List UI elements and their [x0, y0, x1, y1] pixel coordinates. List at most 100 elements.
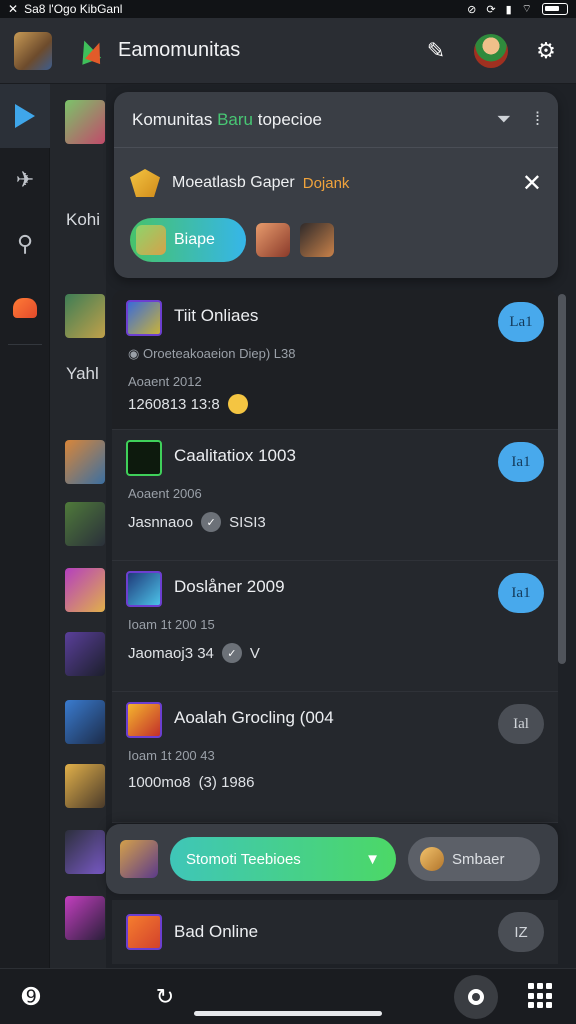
lobby-name: Caalitatiox 1003 — [174, 446, 296, 465]
game-thumbnail[interactable] — [65, 100, 105, 144]
gear-icon[interactable]: ⚙ — [530, 35, 562, 67]
primary-action-label: Stomoti Teebioes — [186, 850, 301, 868]
wifi-icon: ⌔ — [521, 3, 532, 15]
play-icon — [15, 104, 35, 128]
game-icon — [420, 847, 444, 871]
lobby-stats: Jaomaoj3 34 ✓ V — [128, 643, 260, 663]
lobby-name: Doslåner 2009 — [174, 577, 285, 596]
side-column: Kohi Yahl — [50, 84, 106, 968]
game-thumbnail[interactable] — [65, 632, 105, 676]
game-icon — [126, 571, 162, 607]
rail-item-share[interactable]: ✈ — [0, 148, 50, 212]
share-icon: ✈ — [15, 167, 35, 192]
primary-action-button[interactable]: Stomoti Teebioes ▼ — [170, 837, 396, 881]
bottom-bar: ➒ ↻ — [0, 968, 576, 1024]
list-item[interactable]: Bad Online IZ — [112, 900, 558, 964]
avatar[interactable] — [300, 223, 334, 257]
game-icon — [126, 702, 162, 738]
signal-icon: ▮ — [505, 3, 512, 16]
game-thumbnail[interactable] — [65, 440, 105, 484]
filter-icon[interactable]: ⏷ — [497, 109, 511, 130]
app-header: Eamomunitas ✎ ⚙ — [0, 18, 576, 84]
check-icon: ✓ — [201, 512, 222, 532]
avatar[interactable] — [256, 223, 290, 257]
list-item[interactable]: Tiit Onliaes ◉ Oroeteakoaeion Diep) L38 … — [112, 290, 558, 430]
rail-item-link[interactable]: ⚲ — [0, 212, 50, 276]
left-rail: ✈ ⚲ — [0, 84, 50, 968]
community-icon — [13, 298, 37, 318]
game-thumbnail[interactable] — [65, 896, 105, 940]
lobby-info: ◉ Oroeteakoaeion Diep) L38 — [128, 346, 296, 361]
avatar[interactable] — [474, 33, 508, 68]
title-prefix: Komunitas — [132, 109, 213, 129]
lobby-stats-suffix: (3) 1986 — [198, 774, 255, 791]
lobby-name: Tiit Onliaes — [174, 306, 259, 325]
join-button[interactable]: Ial — [498, 704, 544, 744]
join-button[interactable]: La1 — [498, 302, 544, 342]
home-indicator[interactable] — [194, 1011, 382, 1016]
game-thumbnail[interactable] — [65, 568, 105, 612]
community-card: Komunitas Baru topecioe ⏷ ⁞ Moeatlasb Ga… — [114, 92, 558, 278]
lobby-date: Aoaent 2006 — [128, 486, 202, 501]
game-icon — [126, 914, 162, 950]
game-icon — [126, 300, 162, 336]
list-item[interactable]: Doslåner 2009 Ioam 1t 200 15 Jaomaoj3 34… — [112, 561, 558, 692]
status-bar: ✕ Sa8 l'Ogo KibGanl ⊘ ⟳ ▮ ⌔ — [0, 0, 576, 18]
game-thumbnail[interactable] — [65, 830, 105, 874]
alarm-icon: ⊘ — [467, 3, 477, 16]
join-community-button[interactable]: Biape — [130, 218, 246, 262]
join-community-label: Biape — [174, 231, 215, 248]
lobby-stats-text: Jaomaoj3 34 — [128, 644, 214, 662]
game-thumbnail[interactable] — [65, 700, 105, 744]
edit-icon[interactable]: ✎ — [420, 35, 452, 67]
lobby-stats-suffix: V — [249, 644, 260, 662]
record-button[interactable] — [454, 975, 498, 1019]
join-button[interactable]: IZ — [498, 912, 544, 952]
game-thumbnail[interactable] — [65, 764, 105, 808]
link-icon: ⚲ — [16, 231, 34, 256]
profile-thumbnail[interactable] — [14, 31, 52, 70]
gamer-name: Moeatlasb Gaper — [172, 174, 295, 191]
secondary-action-button[interactable]: Smbaer — [408, 837, 540, 881]
lobby-stats-text: Jasnnaoo — [128, 513, 194, 531]
grid-icon[interactable] — [528, 983, 554, 1009]
rail-item-play[interactable] — [0, 84, 50, 148]
page-title: Eamomunitas — [118, 39, 241, 61]
lobby-list: Tiit Onliaes ◉ Oroeteakoaeion Diep) L38 … — [112, 290, 558, 823]
main-content: Komunitas Baru topecioe ⏷ ⁞ Moeatlasb Ga… — [106, 84, 576, 968]
list-item[interactable]: Caalitatiox 1003 Aoaent 2006 Jasnnaoo ✓ SI… — [112, 430, 558, 561]
lobby-stats: 1260813 13:8 — [128, 394, 248, 414]
lobby-date: Aoaent 2012 — [128, 374, 202, 389]
game-thumbnail[interactable] — [65, 294, 105, 338]
lobby-stats-suffix: SISI3 — [229, 513, 266, 531]
secondary-action-label: Smbaer — [452, 850, 505, 868]
gamer-tag: Dojank — [302, 174, 350, 192]
crown-icon — [130, 169, 160, 197]
join-button[interactable]: Ia1 — [498, 442, 544, 482]
rail-divider — [8, 344, 42, 345]
more-icon[interactable]: ⁞ — [535, 109, 540, 130]
lobby-name: Aoalah Grocling (004 — [174, 708, 334, 727]
refresh-icon[interactable]: ↻ — [152, 984, 178, 1010]
lobby-stats: 1000mo8 (3) 1986 — [128, 774, 254, 791]
close-icon: ✕ — [8, 2, 19, 16]
app-logo-icon — [74, 36, 108, 66]
coin-icon — [227, 394, 248, 414]
scrollbar[interactable] — [558, 294, 566, 664]
side-label-2: Yahl — [66, 364, 99, 383]
game-icon — [136, 225, 166, 255]
cta-bar: Stomoti Teebioes ▼ Smbaer — [106, 824, 558, 894]
title-suffix: topecioe — [257, 109, 322, 129]
help-icon[interactable]: ➒ — [18, 984, 44, 1010]
join-button[interactable]: Ia1 — [498, 573, 544, 613]
lobby-stats-text: 1260813 13:8 — [128, 395, 220, 413]
game-icon — [120, 840, 158, 878]
list-item[interactable]: Aoalah Grocling (004 Ioam 1t 200 43 1000… — [112, 692, 558, 823]
rail-item-community[interactable] — [0, 276, 50, 340]
close-icon[interactable]: ✕ — [522, 169, 542, 198]
lobby-date: Ioam 1t 200 43 — [128, 748, 215, 763]
game-thumbnail[interactable] — [65, 502, 105, 546]
check-icon: ✓ — [221, 643, 242, 663]
lobby-name: Bad Online — [174, 922, 259, 941]
game-icon — [126, 440, 162, 476]
